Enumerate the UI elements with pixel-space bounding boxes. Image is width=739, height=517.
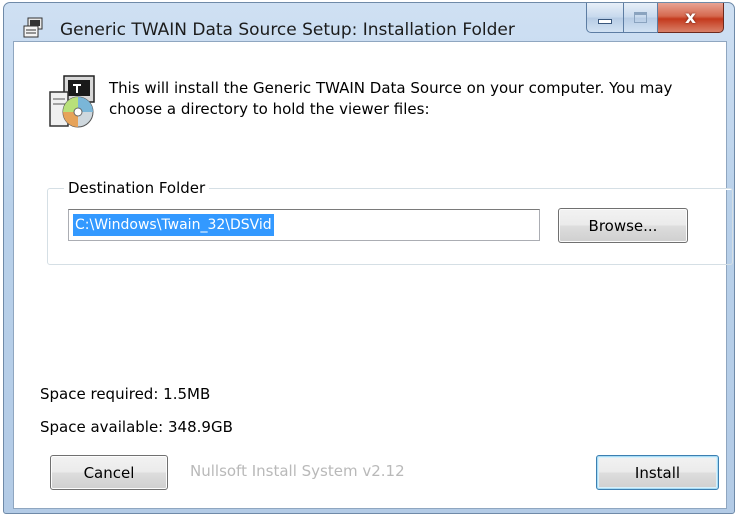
- close-button[interactable]: x: [658, 3, 724, 33]
- space-required: Space required: 1.5MB: [40, 385, 211, 403]
- browse-button[interactable]: Browse...: [558, 208, 688, 243]
- maximize-icon: [634, 12, 647, 23]
- cancel-button[interactable]: Cancel: [50, 455, 168, 490]
- maximize-button: [624, 3, 658, 33]
- destination-path-value: C:\Windows\Twain_32\DSVid: [73, 214, 274, 236]
- caption-buttons: x: [586, 3, 724, 35]
- dialog-client-area: This will install the Generic TWAIN Data…: [13, 41, 733, 509]
- close-icon: x: [685, 7, 696, 28]
- installer-disc-icon: [49, 75, 95, 128]
- destination-folder-label: Destination Folder: [64, 179, 210, 197]
- minimize-icon: [598, 19, 612, 24]
- destination-path-input[interactable]: C:\Windows\Twain_32\DSVid: [68, 209, 540, 241]
- install-button[interactable]: Install: [596, 455, 719, 490]
- branding-text: Nullsoft Install System v2.12: [190, 462, 405, 480]
- installer-window: Generic TWAIN Data Source Setup: Install…: [3, 2, 735, 514]
- minimize-button[interactable]: [586, 3, 624, 33]
- title-bar[interactable]: Generic TWAIN Data Source Setup: Install…: [4, 3, 734, 40]
- space-available: Space available: 348.9GB: [40, 418, 233, 436]
- window-title: Generic TWAIN Data Source Setup: Install…: [60, 20, 515, 40]
- intro-text: This will install the Generic TWAIN Data…: [109, 79, 673, 118]
- app-icon: [23, 17, 43, 38]
